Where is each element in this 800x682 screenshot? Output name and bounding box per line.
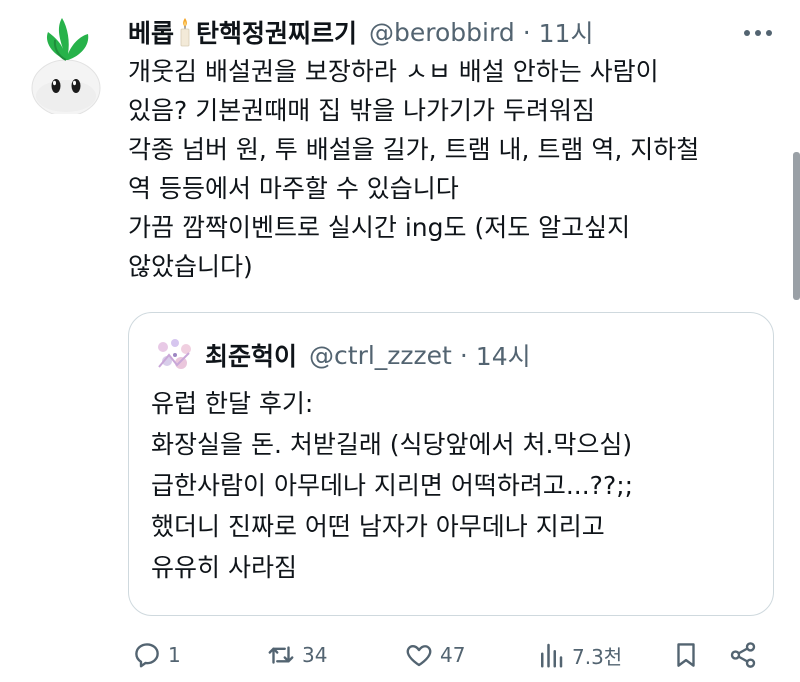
tweet-body-line: 역 등등에서 마주할 수 있습니다 — [128, 174, 459, 203]
views-chart-icon — [541, 643, 563, 668]
bookmark-button[interactable] — [671, 632, 701, 678]
retweet-icon — [268, 646, 294, 664]
tweet-body-line: 각종 넘버 원, 투 배설을 길가, 트램 내, 트램 역, 지하철 — [128, 135, 700, 164]
like-button[interactable]: 47 — [404, 632, 465, 678]
tweet-header: 베롭 탄핵정권찌르기 @berobbird · 11시 — [128, 12, 593, 52]
tweet-body: 개웃김 배설권을 보장하라 ㅅㅂ 배설 안하는 사람이 있음? 기본권때매 집 … — [128, 52, 778, 286]
reply-icon — [135, 643, 159, 668]
action-bar: 1 34 47 7.3천 — [0, 632, 800, 678]
separator-dot: · — [459, 340, 468, 370]
quoted-tweet-card[interactable]: 최준헉이 @ctrl_zzzet · 14시 유럽 한달 후기: 화장실을 돈.… — [128, 312, 774, 616]
reply-count: 1 — [168, 643, 181, 667]
quoted-tweet-body-line: 했더니 진짜로 어떤 남자가 아무데나 지리고 — [151, 512, 605, 541]
quoted-tweet-body-line: 급한사람이 아무데나 지리면 어떡하려고...??;; — [151, 471, 634, 500]
candle-icon — [180, 18, 190, 47]
retweet-count: 34 — [302, 643, 328, 667]
quoted-tweet-header: 최준헉이 @ctrl_zzzet · 14시 — [155, 337, 531, 373]
heart-icon — [406, 645, 432, 667]
reply-button[interactable]: 1 — [132, 632, 181, 678]
tweet-timestamp[interactable]: 11시 — [539, 14, 594, 50]
quoted-tweet-body-line: 유럽 한달 후기: — [151, 389, 314, 418]
bookmark-icon — [677, 643, 695, 667]
separator-dot: · — [522, 17, 531, 47]
tweet-body-line: 않았습니다) — [128, 252, 253, 281]
avatar[interactable] — [28, 14, 104, 114]
quoted-tweet-body: 유럽 한달 후기: 화장실을 돈. 처받길래 (식당앞에서 처.막으심) 급한사… — [151, 383, 761, 588]
quoted-author-handle[interactable]: @ctrl_zzzet — [309, 341, 452, 370]
quoted-author-avatar[interactable] — [155, 337, 195, 373]
scrollbar[interactable] — [793, 152, 800, 300]
more-horizontal-icon — [744, 30, 772, 36]
tweet: 베롭 탄핵정권찌르기 @berobbird · 11시 개웃김 배설권을 보장하… — [0, 0, 800, 682]
tweet-body-line: 가끔 깜짝이벤트로 실시간 ing도 (저도 알고싶지 — [128, 213, 631, 242]
tweet-body-line: 있음? 기본권때매 집 밖을 나가기가 두려워짐 — [128, 96, 596, 125]
quoted-author-display-name[interactable]: 최준헉이 — [205, 337, 297, 373]
turnip-sprout-icon — [31, 18, 101, 114]
quoted-tweet-body-line: 화장실을 돈. 처받길래 (식당앞에서 처.막으심) — [151, 430, 633, 459]
share-button[interactable] — [728, 632, 758, 678]
author-display-name-suffix[interactable]: 탄핵정권찌르기 — [196, 14, 357, 50]
retweet-button[interactable]: 34 — [266, 632, 327, 678]
quoted-tweet-body-line: 유유히 사라짐 — [151, 553, 297, 582]
views-count: 7.3천 — [572, 644, 623, 669]
tweet-body-line: 개웃김 배설권을 보장하라 ㅅㅂ 배설 안하는 사람이 — [128, 57, 659, 86]
author-display-name[interactable]: 베롭 — [128, 14, 174, 50]
more-button[interactable] — [740, 18, 776, 48]
views-button[interactable]: 7.3천 — [536, 632, 622, 678]
author-handle[interactable]: @berobbird — [369, 18, 515, 47]
share-icon — [730, 642, 756, 668]
like-count: 47 — [440, 643, 466, 667]
quoted-tweet-timestamp[interactable]: 14시 — [476, 337, 531, 373]
pastel-pattern-avatar-icon — [155, 337, 195, 373]
